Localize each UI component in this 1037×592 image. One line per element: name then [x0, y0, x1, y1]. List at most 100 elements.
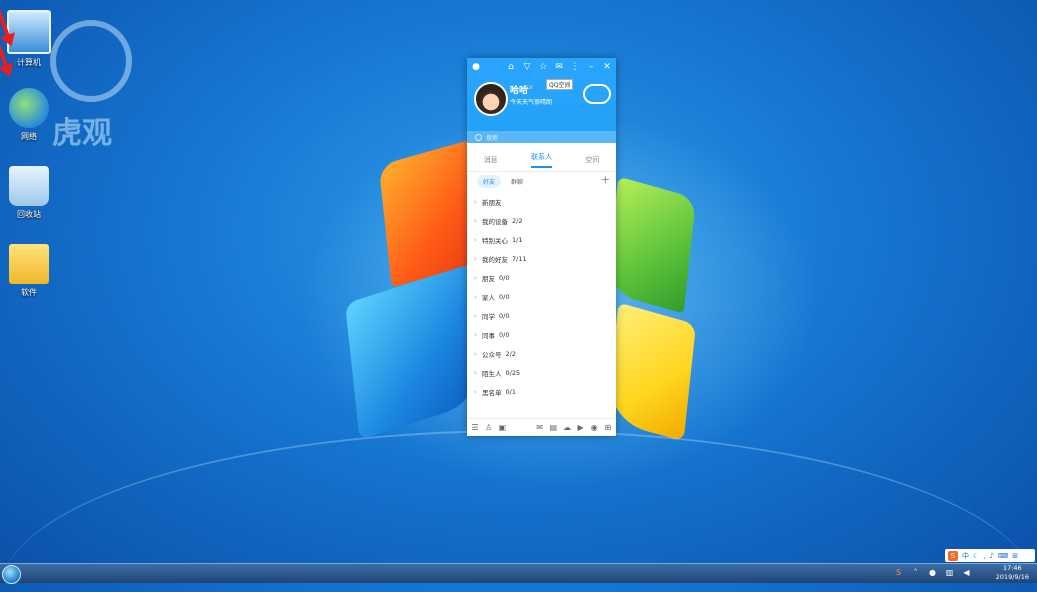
recycle-bin-icon	[9, 166, 49, 206]
desktop-icon-recycle-bin[interactable]: 回收站	[4, 166, 54, 220]
screen-icon[interactable]: ▤	[548, 423, 558, 432]
group-count: 2/2	[512, 216, 523, 225]
desktop-icon-software[interactable]: 软件	[4, 244, 54, 298]
group-name: 同事	[482, 331, 495, 340]
volume-icon[interactable]: ◀	[962, 568, 971, 577]
list-item[interactable]: › 公众号 2/2	[467, 344, 616, 363]
qq-header: ● ⌂ ▽ ☆ ✉ ⋮ – ✕ QQ空间 哈哈 LV 今天天气很晴朗	[467, 58, 616, 131]
ime-mode[interactable]: 中	[962, 551, 969, 561]
desktop-icon-label: 网络	[21, 132, 37, 141]
group-name: 同学	[482, 312, 495, 321]
star-icon[interactable]: ☆	[538, 62, 548, 72]
qq-topbar: ● ⌂ ▽ ☆ ✉ ⋮ – ✕	[467, 58, 616, 76]
play-icon[interactable]: ▶	[576, 423, 586, 432]
list-item[interactable]: › 陌生人 0/25	[467, 363, 616, 382]
signature[interactable]: 今天天气很晴朗	[510, 97, 552, 106]
tooltip-qzone: QQ空间	[546, 79, 574, 90]
folder-icon	[9, 244, 49, 284]
tab-contacts[interactable]: 联系人	[530, 152, 552, 168]
group-count: 7/11	[512, 254, 527, 263]
list-item[interactable]: › 我的好友 7/11	[467, 249, 616, 268]
start-button[interactable]	[2, 565, 21, 584]
chevron-right-icon: ›	[474, 292, 477, 301]
chevron-right-icon: ›	[474, 387, 477, 396]
group-count: 0/1	[505, 387, 516, 396]
nickname[interactable]: 哈哈	[510, 83, 528, 96]
grid-icon[interactable]: ⊞	[603, 423, 613, 432]
watermark-logo: 虎观	[40, 20, 140, 151]
grid-icon[interactable]: ⊞	[1012, 552, 1018, 560]
avatar[interactable]	[474, 82, 508, 116]
add-button[interactable]: +	[601, 173, 610, 186]
list-item[interactable]: › 特别关心 1/1	[467, 230, 616, 249]
group-count: 2/2	[505, 349, 516, 358]
group-count: 0/25	[505, 368, 521, 377]
qq-tray-icon[interactable]: ●	[928, 568, 937, 577]
chevron-right-icon: ›	[474, 216, 477, 225]
network-icon[interactable]: ▥	[945, 568, 954, 577]
tab-space[interactable]: 空间	[585, 155, 599, 165]
apps-icon[interactable]: ▣	[497, 423, 507, 432]
contact-group-list: › 新朋友 › 我的设备 2/2 › 特别关心 1/1 › 我的好友 7/11 › 朋友 0/0 …	[467, 190, 616, 401]
desktop-icon-label: 软件	[21, 288, 37, 297]
group-name: 新朋友	[482, 198, 502, 207]
chevron-right-icon: ›	[474, 273, 477, 282]
group-name: 我的设备	[482, 217, 508, 226]
subtab-groups[interactable]: 群聊	[511, 177, 523, 186]
moon-icon[interactable]: ☾	[973, 552, 979, 560]
mail-icon[interactable]: ✉	[535, 423, 545, 432]
group-name: 黑名单	[482, 388, 502, 397]
close-icon[interactable]: ✕	[602, 62, 612, 72]
chevron-right-icon: ›	[474, 330, 477, 339]
subtab-friends[interactable]: 好友	[477, 174, 502, 188]
group-count: 0/0	[499, 292, 510, 301]
group-name: 我的好友	[482, 255, 508, 264]
chevron-right-icon: ›	[474, 235, 477, 244]
weather-icon[interactable]	[583, 84, 611, 104]
menu-icon[interactable]: ☰	[470, 423, 480, 432]
cloud-icon[interactable]: ☁	[562, 423, 572, 432]
punctuation-icon[interactable]: ,	[983, 552, 985, 560]
more-icon[interactable]: ⋮	[570, 62, 580, 72]
keyboard-icon[interactable]: ⌨	[998, 552, 1008, 560]
shirt-icon[interactable]: ▽	[522, 62, 532, 72]
list-item[interactable]: › 同事 0/0	[467, 325, 616, 344]
desktop-icon-network[interactable]: 网络	[4, 88, 54, 142]
mail-icon[interactable]: ✉	[554, 62, 564, 72]
watermark-text: 虎观	[52, 116, 112, 151]
group-count: 0/0	[499, 330, 510, 339]
group-name: 家人	[482, 293, 495, 302]
list-item[interactable]: › 朋友 0/0	[467, 268, 616, 287]
list-item[interactable]: › 新朋友	[467, 192, 616, 211]
group-name: 特别关心	[482, 236, 508, 245]
list-item[interactable]: › 我的设备 2/2	[467, 211, 616, 230]
group-count: 0/0	[499, 311, 510, 320]
chevron-up-icon[interactable]: ˄	[911, 568, 920, 577]
mic-icon[interactable]: ♪	[990, 552, 994, 560]
qq-bottom-toolbar: ☰ ♙ ▣ ✉ ▤ ☁ ▶ ◉ ⊞	[467, 418, 616, 436]
list-item[interactable]: › 家人 0/0	[467, 287, 616, 306]
chevron-right-icon: ›	[474, 197, 477, 206]
minimize-icon[interactable]: –	[586, 62, 596, 72]
group-name: 公众号	[482, 350, 502, 359]
list-item[interactable]: › 同学 0/0	[467, 306, 616, 325]
sogou-tray-icon[interactable]: S	[894, 568, 903, 577]
qq-logo-icon[interactable]: ●	[471, 62, 481, 72]
group-count: 1/1	[512, 235, 523, 244]
ime-toolbar[interactable]: S 中 ☾ , ♪ ⌨ ⊞	[945, 549, 1035, 562]
clock[interactable]: 17:46 2019/9/16	[996, 564, 1029, 582]
search-icon	[475, 133, 482, 141]
search-input[interactable]: 搜索	[467, 131, 616, 143]
group-name: 陌生人	[482, 369, 502, 378]
lock-icon[interactable]: ⌂	[506, 62, 516, 72]
qzone-icon[interactable]: ◉	[589, 423, 599, 432]
tab-messages[interactable]: 消息	[484, 155, 498, 165]
add-friend-icon[interactable]: ♙	[484, 423, 494, 432]
qq-main-panel: ● ⌂ ▽ ☆ ✉ ⋮ – ✕ QQ空间 哈哈 LV 今天天气很晴朗 搜索 消息…	[467, 58, 616, 436]
sogou-icon: S	[948, 550, 958, 561]
chevron-right-icon: ›	[474, 349, 477, 358]
chevron-right-icon: ›	[474, 254, 477, 263]
chevron-right-icon: ›	[474, 311, 477, 320]
list-item[interactable]: › 黑名单 0/1	[467, 382, 616, 401]
network-icon	[9, 88, 49, 128]
